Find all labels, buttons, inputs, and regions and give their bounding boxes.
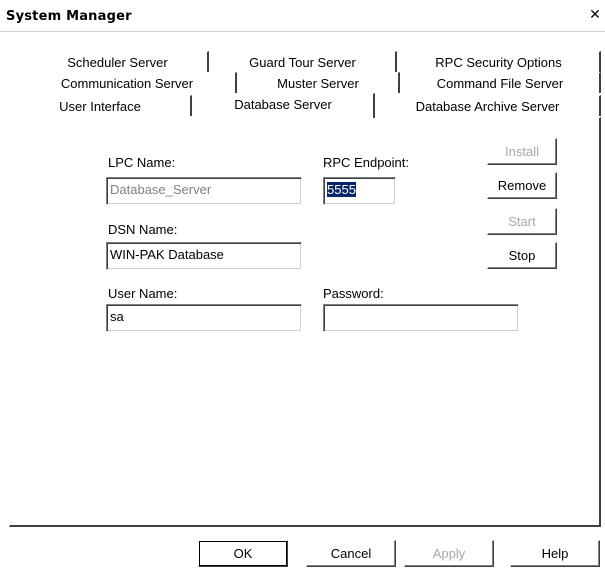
tab-rpc-security-options[interactable]: RPC Security Options	[397, 51, 601, 72]
lpc-name-label: LPC Name:	[108, 155, 176, 170]
window-title: System Manager	[6, 9, 132, 24]
tab-guard-tour-server[interactable]: Guard Tour Server	[209, 51, 397, 72]
tab-command-file-server[interactable]: Command File Server	[400, 72, 601, 93]
tab-database-archive-server[interactable]: Database Archive Server	[375, 95, 601, 116]
cancel-button[interactable]: Cancel	[306, 540, 396, 567]
rpc-endpoint-label: RPC Endpoint:	[323, 155, 409, 170]
help-button[interactable]: Help	[510, 540, 600, 567]
close-icon[interactable]: ✕	[589, 8, 601, 22]
stop-button[interactable]: Stop	[487, 242, 557, 269]
tab-database-server[interactable]: Database Server	[192, 93, 375, 118]
dsn-name-field[interactable]: WIN-PAK Database	[106, 242, 302, 270]
database-server-panel: LPC Name: Database_Server RPC Endpoint: …	[9, 117, 601, 527]
title-bar: System Manager ✕	[0, 0, 605, 32]
tab-muster-server[interactable]: Muster Server	[237, 72, 400, 93]
password-field[interactable]	[323, 304, 519, 332]
tab-communication-server[interactable]: Communication Server	[18, 72, 237, 93]
install-button[interactable]: Install	[487, 138, 557, 165]
lpc-name-field: Database_Server	[106, 177, 302, 205]
user-name-field[interactable]: sa	[106, 304, 302, 332]
dsn-name-label: DSN Name:	[108, 222, 178, 237]
rpc-endpoint-field[interactable]: 5555	[323, 177, 396, 205]
apply-button[interactable]: Apply	[404, 540, 494, 567]
user-name-label: User Name:	[108, 286, 178, 301]
rpc-endpoint-selected-text: 5555	[327, 182, 356, 197]
tab-scheduler-server[interactable]: Scheduler Server	[27, 51, 209, 72]
password-label: Password:	[323, 286, 384, 301]
start-button[interactable]: Start	[487, 208, 557, 235]
remove-button[interactable]: Remove	[487, 172, 557, 199]
tab-user-interface[interactable]: User Interface	[9, 95, 192, 116]
ok-button[interactable]: OK	[198, 540, 288, 567]
